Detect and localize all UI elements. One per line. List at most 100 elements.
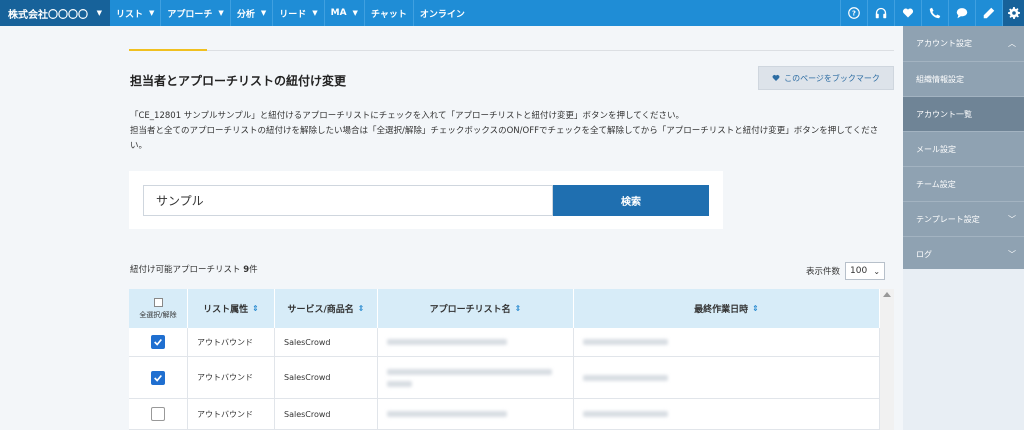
bookmark-button[interactable]: このページをブックマーク bbox=[758, 66, 894, 90]
header-list-name[interactable]: アプローチリスト名 ⇕ bbox=[378, 289, 574, 328]
select-all-header[interactable]: 全選択/解除 bbox=[129, 289, 188, 328]
chevron-down-icon: ▼ bbox=[96, 9, 102, 17]
sort-icon: ⇕ bbox=[252, 304, 259, 313]
sidebar-item-template-settings[interactable]: テンプレート設定 ﹀ bbox=[903, 202, 1024, 237]
sidebar-item-org-settings[interactable]: 組織情報設定 bbox=[903, 62, 1024, 97]
title-accent-bar bbox=[129, 49, 207, 51]
table-header: 全選択/解除 リスト属性 ⇕ サービス/商品名 ⇕ アプローチリスト名 ⇕ 最終作業日… bbox=[129, 289, 880, 328]
last-updated-cell bbox=[574, 328, 880, 356]
sidebar-item-team-settings[interactable]: チーム設定 bbox=[903, 167, 1024, 202]
table-row: アウトバウンド SalesCrowd bbox=[129, 357, 880, 399]
last-updated-cell bbox=[574, 357, 880, 398]
nav-item-approach[interactable]: アプローチ ▼ bbox=[161, 0, 231, 26]
search-input[interactable] bbox=[143, 185, 553, 216]
headset-icon[interactable] bbox=[867, 0, 894, 26]
top-nav: 株式会社〇〇〇〇 ▼ リスト ▼ アプローチ ▼ 分析 ▼ リード ▼ MA ▼ チャット… bbox=[0, 0, 1024, 26]
nav-item-ma[interactable]: MA ▼ bbox=[325, 0, 365, 26]
nav-item-analysis[interactable]: 分析 ▼ bbox=[231, 0, 274, 26]
sidebar-item-label: チーム設定 bbox=[916, 179, 956, 189]
chevron-down-icon: ▼ bbox=[260, 9, 267, 17]
nav-label: リスト bbox=[116, 9, 144, 20]
nav-label: 分析 bbox=[236, 9, 255, 20]
chevron-down-icon: ▼ bbox=[149, 9, 155, 17]
header-label: サービス/商品名 bbox=[287, 305, 354, 315]
pencil-icon[interactable] bbox=[975, 0, 1002, 26]
sidebar-item-log[interactable]: ログ ﹀ bbox=[903, 237, 1024, 272]
company-switcher[interactable]: 株式会社〇〇〇〇 ▼ bbox=[0, 0, 110, 26]
heart-icon bbox=[772, 75, 780, 81]
list-name-cell bbox=[378, 399, 574, 429]
nav-item-online[interactable]: オンライン bbox=[414, 0, 471, 26]
help-icon[interactable]: ? bbox=[840, 0, 867, 26]
last-updated-cell bbox=[574, 399, 880, 429]
chevron-down-icon: ﹀ bbox=[1008, 250, 1016, 259]
scroll-up-arrow[interactable] bbox=[883, 292, 891, 297]
sidebar-item-mail-settings[interactable]: メール設定 bbox=[903, 132, 1024, 167]
header-label: リスト属性 bbox=[203, 305, 249, 315]
nav-item-chat[interactable]: チャット bbox=[365, 0, 414, 26]
sidebar-item-label: 組織情報設定 bbox=[916, 74, 964, 84]
chevron-up-icon: ︿ bbox=[1008, 39, 1016, 48]
sort-icon: ⇕ bbox=[357, 304, 365, 313]
page-description: 「CE_12801 サンプルサンプル」と紐付けるアプローチリストにチェックを入れ… bbox=[130, 109, 890, 154]
header-service[interactable]: サービス/商品名 ⇕ bbox=[275, 289, 378, 328]
search-panel: 検索 bbox=[129, 171, 723, 229]
page-title: 担当者とアプローチリストの紐付け変更 bbox=[130, 74, 347, 88]
nav-label: アプローチ bbox=[167, 9, 213, 20]
list-name-cell bbox=[378, 328, 574, 356]
title-divider bbox=[129, 50, 894, 51]
company-name: 株式会社〇〇〇〇 bbox=[8, 9, 88, 21]
nav-label: オンライン bbox=[419, 9, 465, 20]
count-unit: 件 bbox=[249, 265, 258, 275]
settings-sidebar: アカウント設定 ︿ 組織情報設定 アカウント一覧 メール設定 チーム設定 テンプ… bbox=[903, 26, 1024, 269]
chevron-down-icon: ▼ bbox=[312, 9, 318, 17]
sidebar-item-account-list[interactable]: アカウント一覧 bbox=[903, 97, 1024, 132]
attribute-cell: アウトバウンド bbox=[188, 399, 275, 429]
nav-item-lead[interactable]: リード ▼ bbox=[273, 0, 325, 26]
row-checkbox[interactable] bbox=[151, 407, 165, 421]
phone-icon[interactable] bbox=[921, 0, 948, 26]
nav-label: MA bbox=[330, 8, 347, 18]
chat-bubble-icon[interactable] bbox=[948, 0, 975, 26]
row-checkbox[interactable] bbox=[151, 335, 165, 349]
row-select-cell bbox=[129, 399, 188, 429]
table-scrollbar[interactable] bbox=[880, 289, 894, 430]
bookmark-label: このページをブックマーク bbox=[784, 73, 880, 83]
per-page-label: 表示件数 bbox=[806, 267, 841, 277]
sidebar-item-label: テンプレート設定 bbox=[916, 214, 980, 224]
result-count: 紐付け可能アプローチリスト 9件 bbox=[130, 263, 258, 275]
header-last-updated[interactable]: 最終作業日時 ⇕ bbox=[574, 289, 880, 328]
per-page-control: 表示件数 100 ⌄ bbox=[806, 262, 886, 280]
svg-text:?: ? bbox=[852, 10, 856, 18]
list-name-cell bbox=[378, 357, 574, 398]
gear-icon[interactable] bbox=[1002, 0, 1024, 26]
nav-item-list[interactable]: リスト ▼ bbox=[110, 0, 162, 26]
sidebar-item-label: ログ bbox=[916, 250, 932, 259]
service-cell: SalesCrowd bbox=[275, 328, 378, 356]
sidebar-header-account-settings[interactable]: アカウント設定 ︿ bbox=[903, 26, 1024, 62]
chevron-down-icon: ▼ bbox=[218, 9, 224, 17]
row-select-cell bbox=[129, 357, 188, 398]
nav-label: チャット bbox=[370, 9, 407, 20]
chevron-down-icon: ﹀ bbox=[1008, 214, 1016, 224]
sidebar-item-label: アカウント一覧 bbox=[916, 109, 972, 119]
attribute-cell: アウトバウンド bbox=[188, 357, 275, 398]
count-label: 紐付け可能アプローチリスト bbox=[130, 265, 241, 275]
service-cell: SalesCrowd bbox=[275, 357, 378, 398]
search-button[interactable]: 検索 bbox=[553, 185, 709, 216]
select-all-label: 全選択/解除 bbox=[139, 310, 177, 319]
header-label: アプローチリスト名 bbox=[429, 305, 511, 315]
nav-icon-group: ? bbox=[840, 0, 1024, 26]
sort-icon: ⇕ bbox=[514, 304, 522, 313]
sort-icon: ⇕ bbox=[752, 304, 759, 313]
row-checkbox[interactable] bbox=[151, 370, 165, 385]
nav-label: リード bbox=[279, 9, 307, 20]
heart-icon[interactable] bbox=[894, 0, 921, 26]
select-all-checkbox[interactable] bbox=[153, 297, 163, 307]
per-page-select[interactable]: 100 ⌄ bbox=[845, 262, 886, 280]
table-row: アウトバウンド SalesCrowd bbox=[129, 328, 880, 357]
service-cell: SalesCrowd bbox=[275, 399, 378, 429]
sidebar-item-label: メール設定 bbox=[916, 144, 956, 154]
header-attribute[interactable]: リスト属性 ⇕ bbox=[188, 289, 275, 328]
chevron-down-icon: ⌄ bbox=[873, 266, 881, 276]
